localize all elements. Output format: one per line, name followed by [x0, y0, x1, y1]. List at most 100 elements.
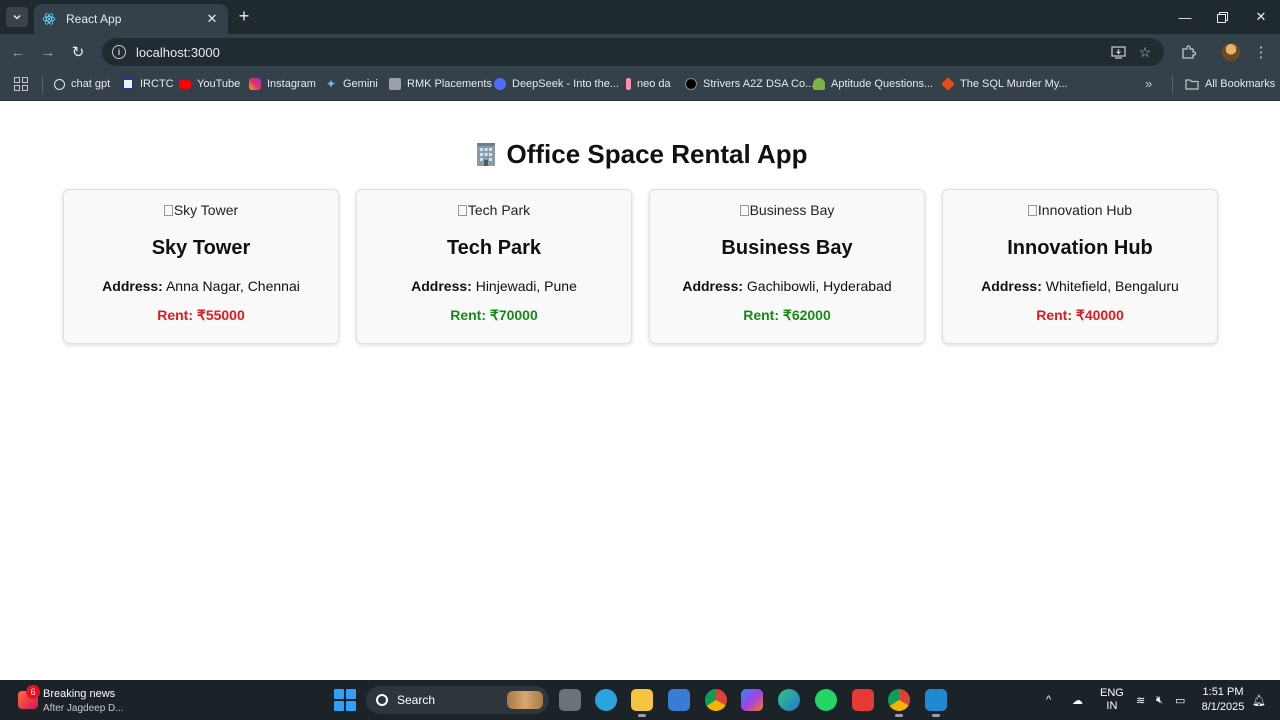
broken-image-icon: [1027, 204, 1037, 216]
news-widget[interactable]: 6 Breaking news After Jagdeep D...: [14, 685, 144, 715]
deepseek-icon: [494, 78, 506, 90]
apps-grid-icon[interactable]: [14, 77, 28, 91]
bookmark-neo-da[interactable]: neo da: [626, 74, 671, 94]
browser-tab[interactable]: React App ✕: [34, 4, 228, 34]
bookmark-gemini[interactable]: ✦ Gemini: [325, 74, 378, 94]
site-info-icon[interactable]: i: [112, 45, 126, 59]
rent-value: 40000: [1084, 306, 1124, 323]
bookmark-strivers[interactable]: Strivers A2Z DSA Co...: [685, 74, 814, 94]
close-tab-icon[interactable]: ✕: [204, 11, 220, 27]
wifi-icon[interactable]: ≋: [1136, 680, 1145, 720]
chatgpt-icon: [54, 78, 65, 90]
office-name: Sky Tower: [151, 236, 251, 259]
address-bar[interactable]: i: [102, 38, 1164, 66]
bookmark-label: Aptitude Questions...: [831, 78, 934, 90]
office-rent: Rent: ₹70000: [357, 307, 631, 324]
aptitude-icon: [813, 78, 825, 90]
battery-icon[interactable]: ▭: [1175, 680, 1185, 720]
volume-muted-icon[interactable]: 🔇︎: [1156, 680, 1163, 720]
notification-bell-icon[interactable]: 🔔︎: [1252, 680, 1266, 720]
bookmark-rmk-placements[interactable]: RMK Placements: [389, 74, 492, 94]
bookmark-deepseek[interactable]: DeepSeek - Into the...: [494, 74, 619, 94]
bookmark-label: RMK Placements: [407, 78, 492, 90]
search-highlight-image: [507, 691, 543, 709]
sql-icon: [941, 77, 955, 91]
rent-value: 62000: [791, 306, 831, 323]
windows-taskbar: 6 Breaking news After Jagdeep D... Searc…: [0, 680, 1280, 720]
minimize-icon[interactable]: —: [1166, 0, 1204, 34]
bookmark-youtube[interactable]: YouTube: [179, 74, 240, 94]
bookmark-label: DeepSeek - Into the...: [512, 78, 620, 90]
whatsapp-icon[interactable]: [815, 689, 837, 711]
bookmark-label: neo da: [637, 78, 671, 90]
address-value: Anna Nagar, Chennai: [165, 277, 300, 294]
show-hidden-icons[interactable]: ^: [1046, 680, 1051, 720]
bookmark-label: Strivers A2Z DSA Co...: [703, 78, 815, 90]
office-image: Business Bay: [739, 202, 834, 218]
broken-image-icon: [163, 204, 173, 216]
window-close-icon[interactable]: ✕: [1242, 0, 1280, 34]
page-title: Office Space Rental App: [0, 139, 1280, 170]
maximize-icon[interactable]: [1203, 0, 1241, 34]
telegram-icon[interactable]: [595, 689, 617, 711]
extensions-icon[interactable]: [1178, 42, 1198, 62]
office-rent: Rent: ₹55000: [64, 307, 338, 324]
address-label: Address:: [411, 277, 472, 294]
address-value: Hinjewadi, Pune: [475, 277, 577, 294]
bookmark-sql-murder[interactable]: The SQL Murder My...: [941, 74, 1068, 94]
url-input[interactable]: [136, 44, 1036, 60]
tuf-icon: [685, 78, 697, 90]
wps-office-icon[interactable]: [852, 689, 874, 711]
rmk-icon: [389, 78, 401, 90]
bookmark-star-icon[interactable]: ☆: [1136, 43, 1154, 61]
microsoft-store-icon[interactable]: [668, 689, 690, 711]
news-title: Breaking news: [43, 688, 116, 700]
task-view-icon[interactable]: [559, 689, 581, 711]
bookmark-chatgpt[interactable]: chat gpt: [54, 74, 110, 94]
menu-icon[interactable]: ⋮: [1251, 42, 1271, 62]
office-address: Address: Anna Nagar, Chennai: [64, 278, 338, 294]
language-indicator[interactable]: ENG IN: [1100, 680, 1124, 720]
more-bookmarks-icon[interactable]: »: [1145, 76, 1152, 91]
system-clock[interactable]: 1:51 PM 8/1/2025: [1200, 685, 1246, 715]
bookmark-aptitude[interactable]: Aptitude Questions...: [813, 74, 933, 94]
forward-icon[interactable]: →: [38, 42, 58, 62]
windows-start-icon[interactable]: [334, 689, 356, 711]
office-rent: Rent: ₹62000: [650, 307, 924, 324]
image-alt-text: Sky Tower: [173, 202, 239, 218]
bookmarks-divider: [1172, 76, 1173, 94]
chrome-icon[interactable]: [705, 689, 727, 711]
bookmark-label: Instagram: [267, 78, 316, 90]
gemini-icon: ✦: [325, 77, 337, 91]
profile-avatar[interactable]: [1222, 43, 1240, 61]
office-building-icon: [476, 143, 495, 166]
back-icon[interactable]: ←: [8, 42, 28, 62]
office-card: Business Bay Business Bay Address: Gachi…: [649, 189, 925, 344]
irctc-icon: [122, 78, 134, 90]
office-image: Innovation Hub: [1027, 202, 1132, 218]
bookmark-label: YouTube: [197, 78, 241, 90]
bookmark-label: chat gpt: [71, 78, 111, 90]
all-bookmarks-button[interactable]: All Bookmarks: [1185, 74, 1275, 94]
file-explorer-icon[interactable]: [631, 689, 653, 717]
install-app-icon[interactable]: [1109, 43, 1127, 61]
page-title-text: Office Space Rental App: [506, 139, 808, 169]
clock-time: 1:51 PM: [1202, 686, 1244, 698]
new-tab-icon[interactable]: +: [236, 7, 252, 25]
bookmark-instagram[interactable]: Instagram: [249, 74, 316, 94]
edge-icon[interactable]: [778, 689, 800, 711]
copilot-icon[interactable]: [741, 689, 763, 711]
office-image: Sky Tower: [163, 202, 239, 218]
broken-image-icon: [457, 204, 467, 216]
youtube-icon: [179, 79, 191, 89]
rent-value: 55000: [205, 306, 245, 323]
news-subtitle: After Jagdeep D...: [43, 703, 124, 714]
taskbar-search[interactable]: Search: [366, 686, 549, 714]
chrome-profile-icon[interactable]: [888, 689, 910, 717]
reload-icon[interactable]: ↻: [68, 42, 88, 62]
vscode-icon[interactable]: [925, 689, 947, 717]
tab-search-button[interactable]: [6, 7, 28, 27]
taskbar-search-label: Search: [397, 693, 436, 707]
bookmark-irctc[interactable]: IRCTC: [122, 74, 174, 94]
onedrive-icon[interactable]: ☁: [1072, 680, 1083, 720]
